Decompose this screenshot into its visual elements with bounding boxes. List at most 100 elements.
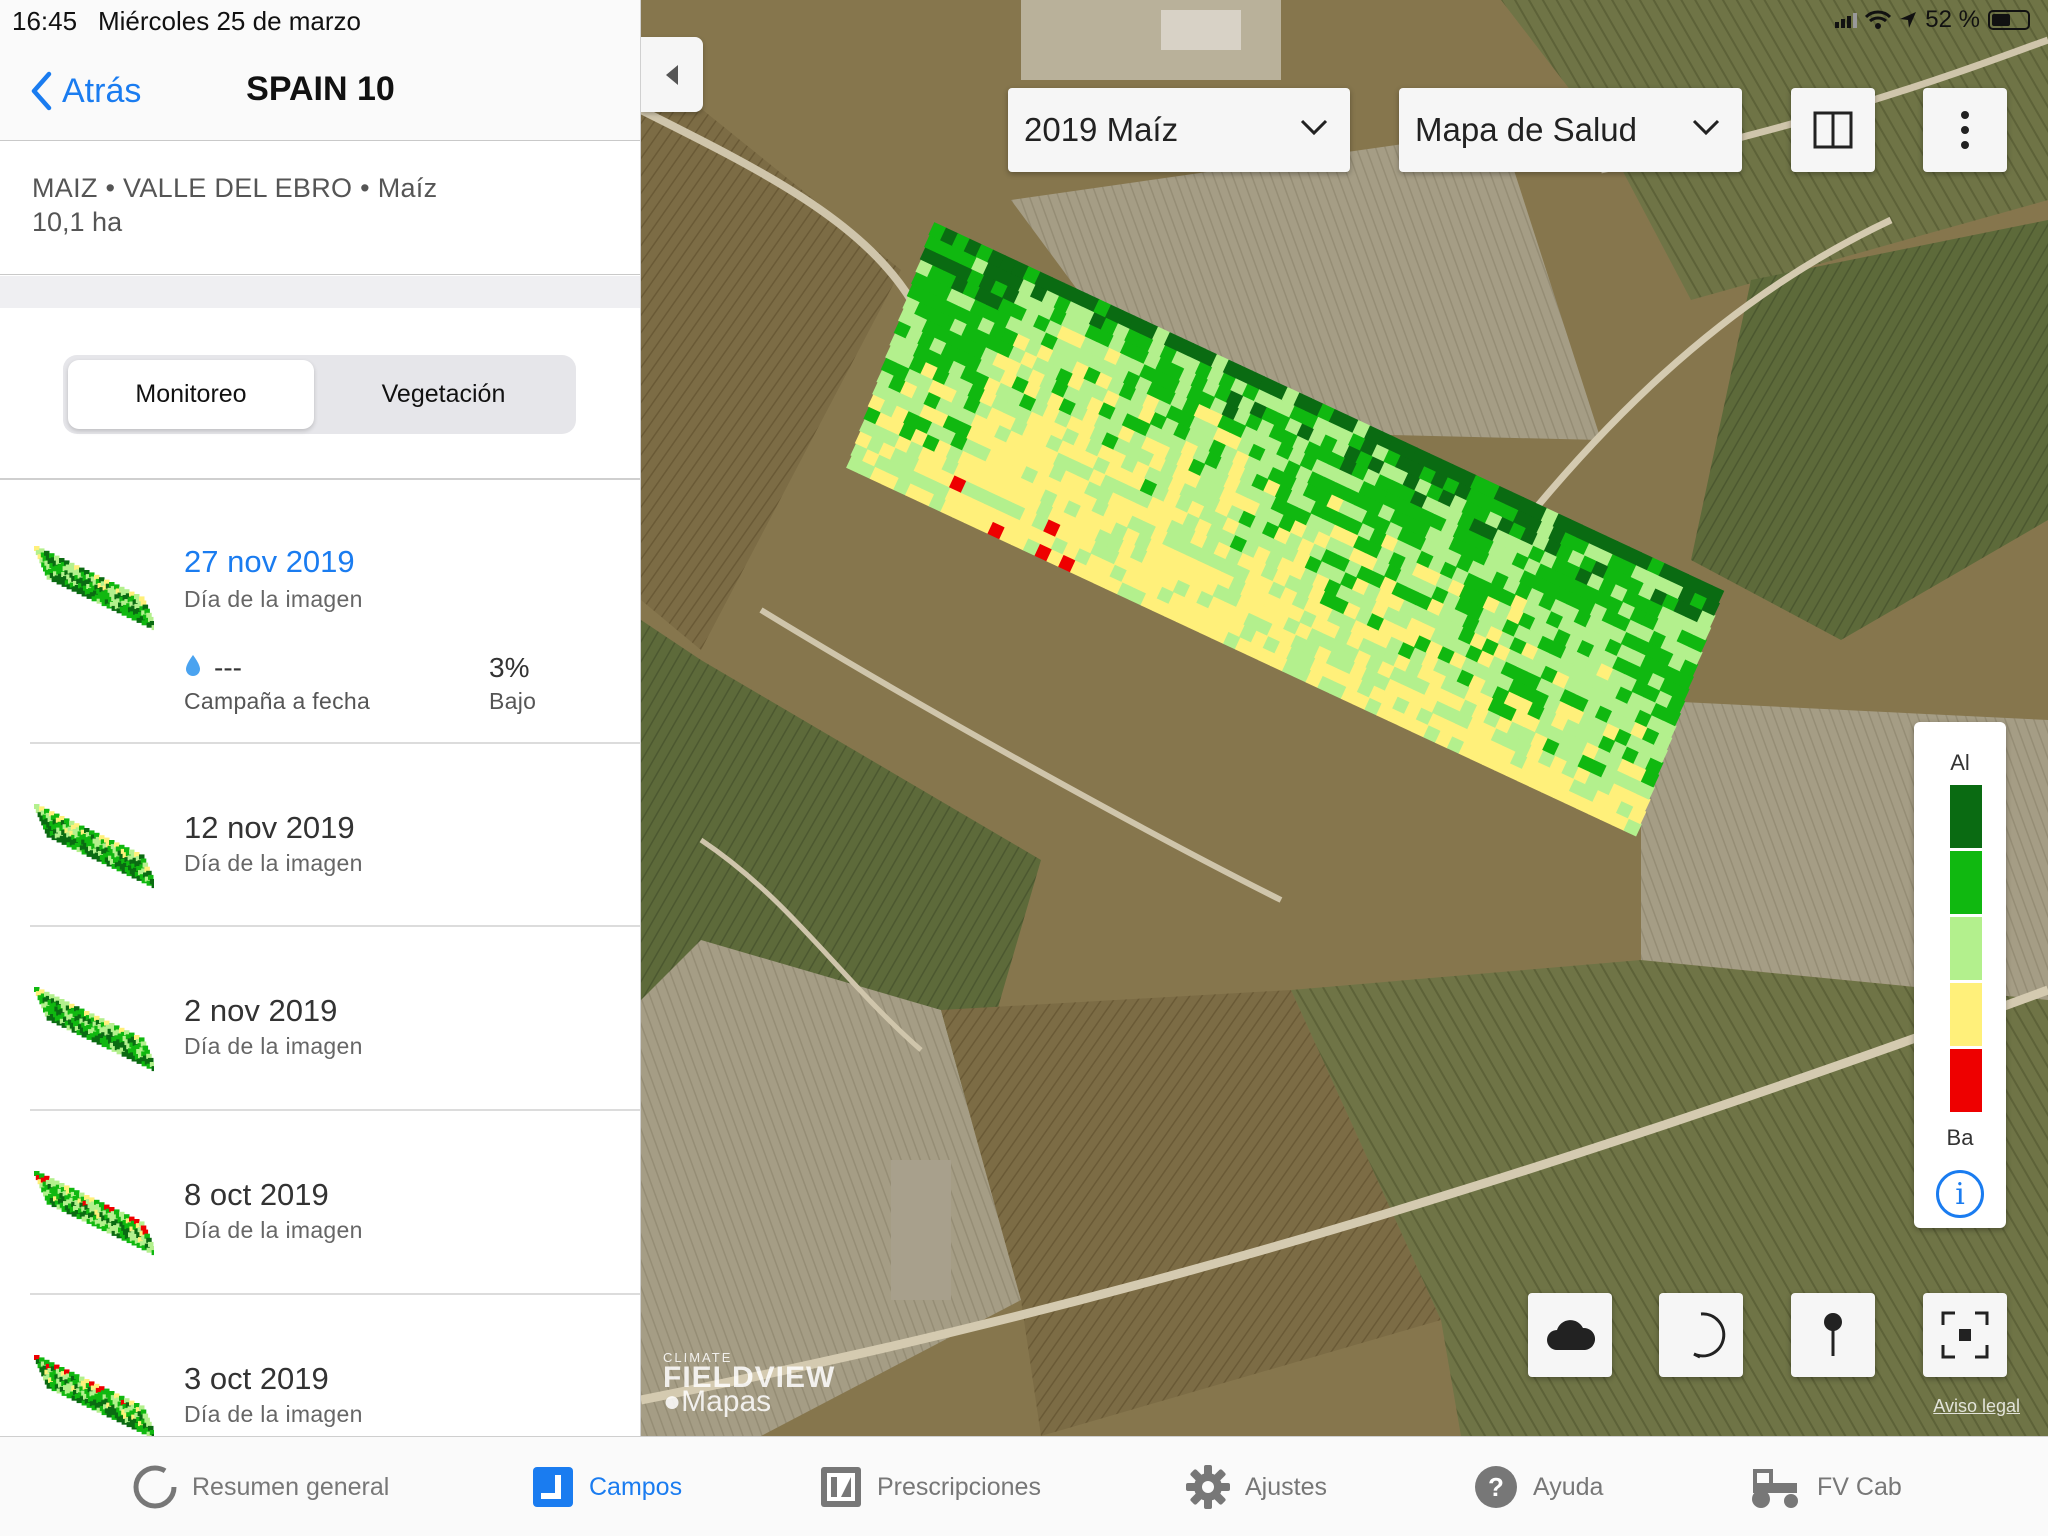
legend-swatch xyxy=(1950,983,1982,1046)
thumbnail-cell xyxy=(151,883,154,889)
layer-dropdown-value: Mapa de Salud xyxy=(1415,111,1637,148)
image-date-label: Día de la imagen xyxy=(184,1401,363,1427)
image-date: 27 nov 2019 xyxy=(184,544,355,579)
more-vertical-icon xyxy=(1961,111,1969,149)
split-view-button[interactable] xyxy=(1791,88,1875,172)
legend-swatch xyxy=(1950,851,1982,914)
rain-value: --- xyxy=(214,652,242,683)
tab-label: Prescripciones xyxy=(877,1472,1041,1501)
tab-fv-cab[interactable]: FV Cab xyxy=(1747,1437,1902,1536)
triangle-left-icon xyxy=(666,64,678,85)
location-arrow-icon xyxy=(1900,12,1917,28)
tab-ajustes[interactable]: Ajustes xyxy=(1185,1437,1327,1536)
segmented-control: Monitoreo Vegetación xyxy=(63,355,576,434)
field-thumbnail xyxy=(34,1171,154,1256)
legend-high-label: Al xyxy=(1950,750,1970,775)
focus-frame-icon xyxy=(1941,1311,1989,1359)
tractor-icon xyxy=(1752,1469,1798,1508)
field-thumbnail xyxy=(34,804,154,889)
image-date-label: Día de la imagen xyxy=(184,1217,363,1243)
tab-label: Resumen general xyxy=(192,1472,390,1501)
prescription-icon xyxy=(821,1467,861,1507)
image-date-label: Día de la imagen xyxy=(184,850,363,876)
navigation-bar: 16:45 Miércoles 25 de marzo Atrás SPAIN … xyxy=(0,0,640,141)
rain-label: Campaña a fecha xyxy=(184,688,371,714)
season-dropdown-value: 2019 Maíz xyxy=(1024,111,1179,148)
tab-prescripciones[interactable]: Prescripciones xyxy=(819,1437,1041,1536)
draw-area-button[interactable] xyxy=(1659,1293,1743,1377)
field-area: 10,1 ha xyxy=(32,207,123,237)
help-icon: ? xyxy=(1475,1466,1517,1508)
health-legend: Al Ba i xyxy=(1914,722,2006,1228)
segment-monitoreo[interactable]: Monitoreo xyxy=(68,360,314,429)
svg-text:?: ? xyxy=(1488,1472,1504,1502)
chevron-down-icon xyxy=(1692,119,1720,136)
image-date: 12 nov 2019 xyxy=(184,810,355,845)
segment-vegetacion[interactable]: Vegetación xyxy=(316,360,571,429)
list-item[interactable]: 3 oct 2019 Día de la imagen xyxy=(0,1295,640,1436)
info-icon[interactable]: i xyxy=(1936,1170,1984,1218)
apple-icon: ● xyxy=(663,1385,682,1418)
pin-icon xyxy=(1824,1313,1842,1356)
thumbnail-cell xyxy=(151,1066,154,1072)
lasso-icon xyxy=(1693,1312,1726,1359)
tab-label: Ajustes xyxy=(1245,1472,1327,1501)
thumbnail-cell xyxy=(151,1250,154,1256)
legend-swatch xyxy=(1950,1049,1982,1112)
layer-dropdown[interactable]: Mapa de Salud xyxy=(1399,88,1742,172)
legal-link[interactable]: Aviso legal xyxy=(1933,1396,2020,1417)
gear-icon xyxy=(1186,1465,1230,1509)
image-date: 8 oct 2019 xyxy=(184,1177,329,1212)
more-options-button[interactable] xyxy=(1923,88,2007,172)
section-gap xyxy=(0,276,640,308)
tab-ayuda[interactable]: ? Ayuda xyxy=(1473,1437,1603,1536)
split-view-icon xyxy=(1813,111,1853,149)
field-info: MAIZ • VALLE DEL EBRO • Maíz 10,1 ha xyxy=(0,141,640,275)
page-title: SPAIN 10 xyxy=(246,70,395,108)
legend-swatch xyxy=(1950,917,1982,980)
tab-campos[interactable]: Campos xyxy=(531,1437,682,1536)
image-date-label: Día de la imagen xyxy=(184,586,363,612)
status-date: Miércoles 25 de marzo xyxy=(98,6,361,36)
image-date: 3 oct 2019 xyxy=(184,1361,329,1396)
thumbnail-cell xyxy=(151,625,154,631)
battery-percent: 52 % xyxy=(1925,6,1980,33)
cloud-icon xyxy=(1547,1320,1595,1350)
field-detail-panel: 16:45 Miércoles 25 de marzo Atrás SPAIN … xyxy=(0,0,641,1436)
map-attribution: CLIMATE FIELDVIEW ●Mapas xyxy=(663,1350,835,1419)
list-item[interactable]: 8 oct 2019 Día de la imagen xyxy=(0,1111,640,1295)
chevron-down-icon xyxy=(1300,119,1328,136)
tab-resumen-general[interactable]: Resumen general xyxy=(132,1437,389,1536)
list-item[interactable]: 27 nov 2019 Día de la imagen --- Campaña… xyxy=(0,482,640,744)
image-date-label: Día de la imagen xyxy=(184,1033,363,1059)
legend-swatch xyxy=(1950,785,1982,848)
weather-button[interactable] xyxy=(1528,1293,1612,1377)
water-drop-icon xyxy=(186,655,200,676)
stress-label: Bajo xyxy=(489,688,537,714)
field-thumbnail xyxy=(34,546,154,631)
season-dropdown[interactable]: 2019 Maíz xyxy=(1008,88,1350,172)
field-map[interactable]: 52 % 2019 Maíz Mapa de Salud Al Ba i CLI… xyxy=(641,0,2048,1436)
tab-label: Ayuda xyxy=(1533,1472,1604,1501)
drop-pin-button[interactable] xyxy=(1791,1293,1875,1377)
list-item[interactable]: 12 nov 2019 Día de la imagen xyxy=(0,744,640,927)
field-crop-region: MAIZ • VALLE DEL EBRO • Maíz xyxy=(32,173,438,203)
status-indicators: 52 % xyxy=(1835,6,2030,34)
collapse-panel-button[interactable] xyxy=(641,37,703,112)
recenter-button[interactable] xyxy=(1923,1293,2007,1377)
tab-label: FV Cab xyxy=(1817,1472,1902,1501)
tab-label: Campos xyxy=(589,1472,683,1501)
list-item[interactable]: 2 nov 2019 Día de la imagen xyxy=(0,927,640,1111)
segment-section: Monitoreo Vegetación xyxy=(0,308,640,480)
legend-low-label: Ba xyxy=(1946,1125,1974,1150)
field-icon xyxy=(533,1467,573,1507)
tab-bar: Resumen general Campos Prescripciones Aj… xyxy=(0,1436,2048,1536)
field-thumbnail xyxy=(34,987,154,1072)
signal-icon xyxy=(1835,13,1858,28)
field-thumbnail xyxy=(34,1355,154,1436)
satellite-map[interactable] xyxy=(641,0,2048,1436)
status-time: 16:45 xyxy=(12,6,78,36)
ring-icon xyxy=(133,1465,177,1509)
image-date: 2 nov 2019 xyxy=(184,993,338,1028)
battery-icon xyxy=(1988,10,2030,30)
